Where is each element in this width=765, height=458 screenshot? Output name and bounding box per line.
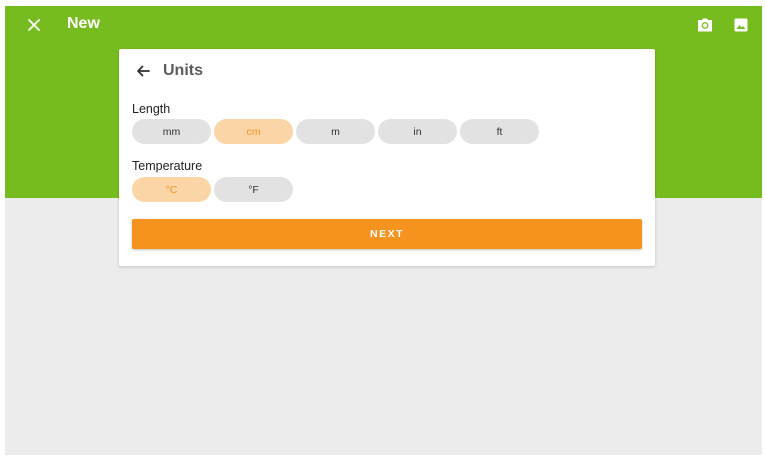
close-icon xyxy=(28,19,40,31)
appbar-actions xyxy=(692,12,754,38)
close-button[interactable] xyxy=(21,12,47,38)
back-button[interactable] xyxy=(133,61,153,81)
length-options: mm cm m in ft xyxy=(132,119,539,144)
length-chip-m[interactable]: m xyxy=(296,119,375,144)
length-chip-cm[interactable]: cm xyxy=(214,119,293,144)
camera-icon xyxy=(698,18,712,32)
camera-button[interactable] xyxy=(692,12,718,38)
temperature-options: °C °F xyxy=(132,177,293,202)
length-chip-in[interactable]: in xyxy=(378,119,457,144)
length-label: Length xyxy=(132,102,171,116)
units-card: Units Length mm cm m in ft Temperature °C °F … xyxy=(119,49,655,266)
card-title: Units xyxy=(163,62,203,79)
screen: New Units Length mm cm m in ft Temperatu… xyxy=(5,6,762,455)
length-chip-ft[interactable]: ft xyxy=(460,119,539,144)
gallery-button[interactable] xyxy=(728,12,754,38)
image-icon xyxy=(734,18,748,32)
next-button[interactable]: NEXT xyxy=(132,219,642,249)
temperature-chip-c[interactable]: °C xyxy=(132,177,211,202)
temperature-chip-f[interactable]: °F xyxy=(214,177,293,202)
length-chip-mm[interactable]: mm xyxy=(132,119,211,144)
arrow-back-icon xyxy=(137,65,150,77)
temperature-label: Temperature xyxy=(132,159,203,173)
page-title: New xyxy=(67,15,100,32)
card-header: Units xyxy=(133,61,203,81)
